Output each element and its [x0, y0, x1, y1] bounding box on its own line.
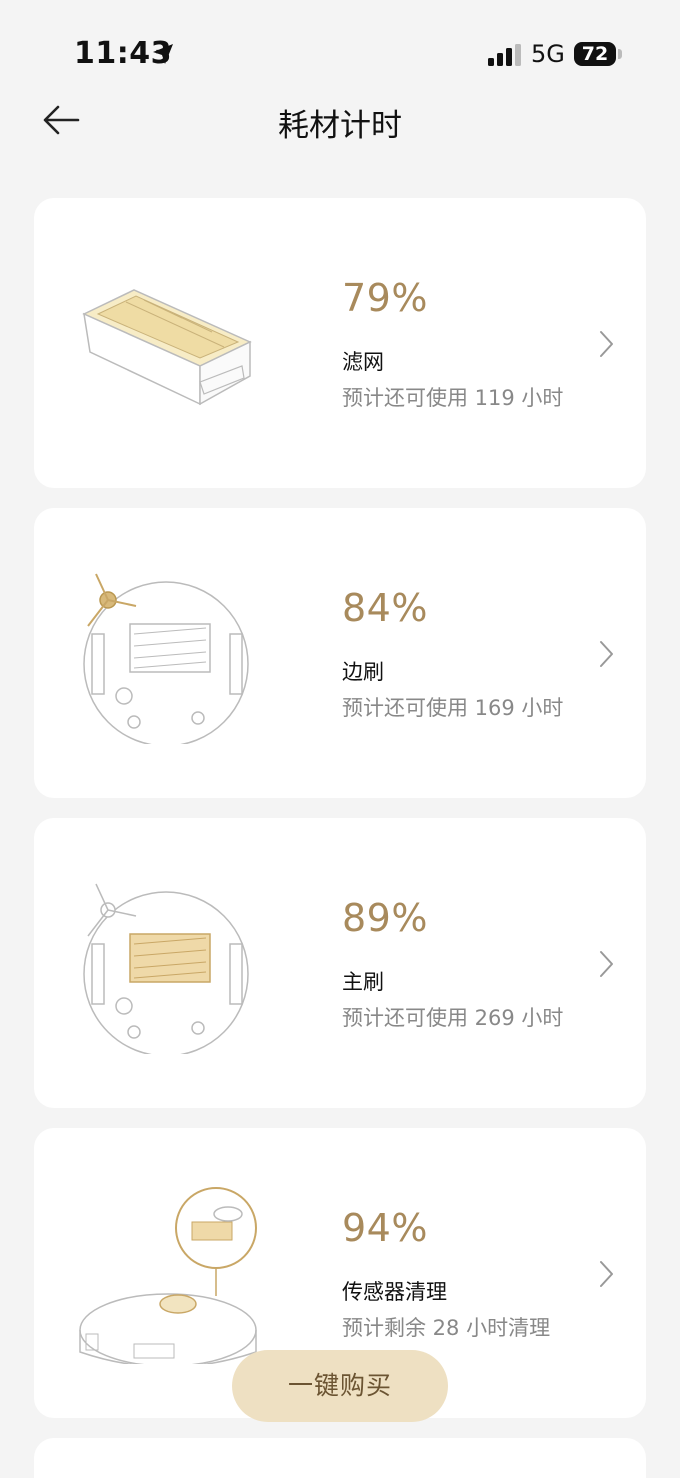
buy-all-button[interactable]: 一键购买: [232, 1350, 448, 1422]
status-bar: 11:43 5G 72: [0, 0, 680, 100]
battery-level: 72: [581, 43, 609, 65]
network-type: 5G: [531, 40, 565, 68]
consumable-card-filter[interactable]: 79% 滤网 预计还可使用 119 小时: [34, 198, 646, 488]
consumable-remaining: 预计还可使用 119 小时: [342, 386, 564, 410]
location-arrow-icon: [153, 44, 173, 64]
side-brush-image: [83, 573, 249, 744]
consumable-name: 滤网: [342, 350, 384, 374]
battery-icon: 72: [574, 42, 616, 66]
consumable-card-side-brush[interactable]: 84% 边刷 预计还可使用 169 小时: [34, 508, 646, 798]
consumable-remaining: 预计还可使用 269 小时: [342, 1006, 564, 1030]
consumable-percent: 89%: [342, 896, 428, 940]
battery-cap: [618, 49, 622, 59]
consumable-remaining: 预计剩余 28 小时清理: [342, 1316, 551, 1340]
chevron-right-icon: [600, 951, 613, 977]
consumable-percent: 79%: [342, 276, 428, 320]
consumable-remaining: 预计还可使用 169 小时: [342, 696, 564, 720]
signal-icon: [488, 44, 521, 66]
page-title: 耗材计时: [278, 108, 402, 144]
chevron-right-icon: [600, 641, 613, 667]
consumable-name: 传感器清理: [342, 1280, 447, 1304]
consumable-name: 边刷: [342, 660, 384, 684]
chevron-right-icon: [600, 331, 613, 357]
consumable-name: 主刷: [342, 970, 384, 994]
sensor-image: [79, 1187, 257, 1364]
chevron-right-icon: [600, 1261, 613, 1287]
consumable-percent: 94%: [342, 1206, 428, 1250]
consumable-card-main-brush[interactable]: 89% 主刷 预计还可使用 269 小时: [34, 818, 646, 1108]
consumable-percent: 84%: [342, 586, 428, 630]
filter-image: [82, 289, 252, 406]
main-brush-image: [83, 883, 249, 1054]
consumable-card-next[interactable]: [34, 1438, 646, 1478]
